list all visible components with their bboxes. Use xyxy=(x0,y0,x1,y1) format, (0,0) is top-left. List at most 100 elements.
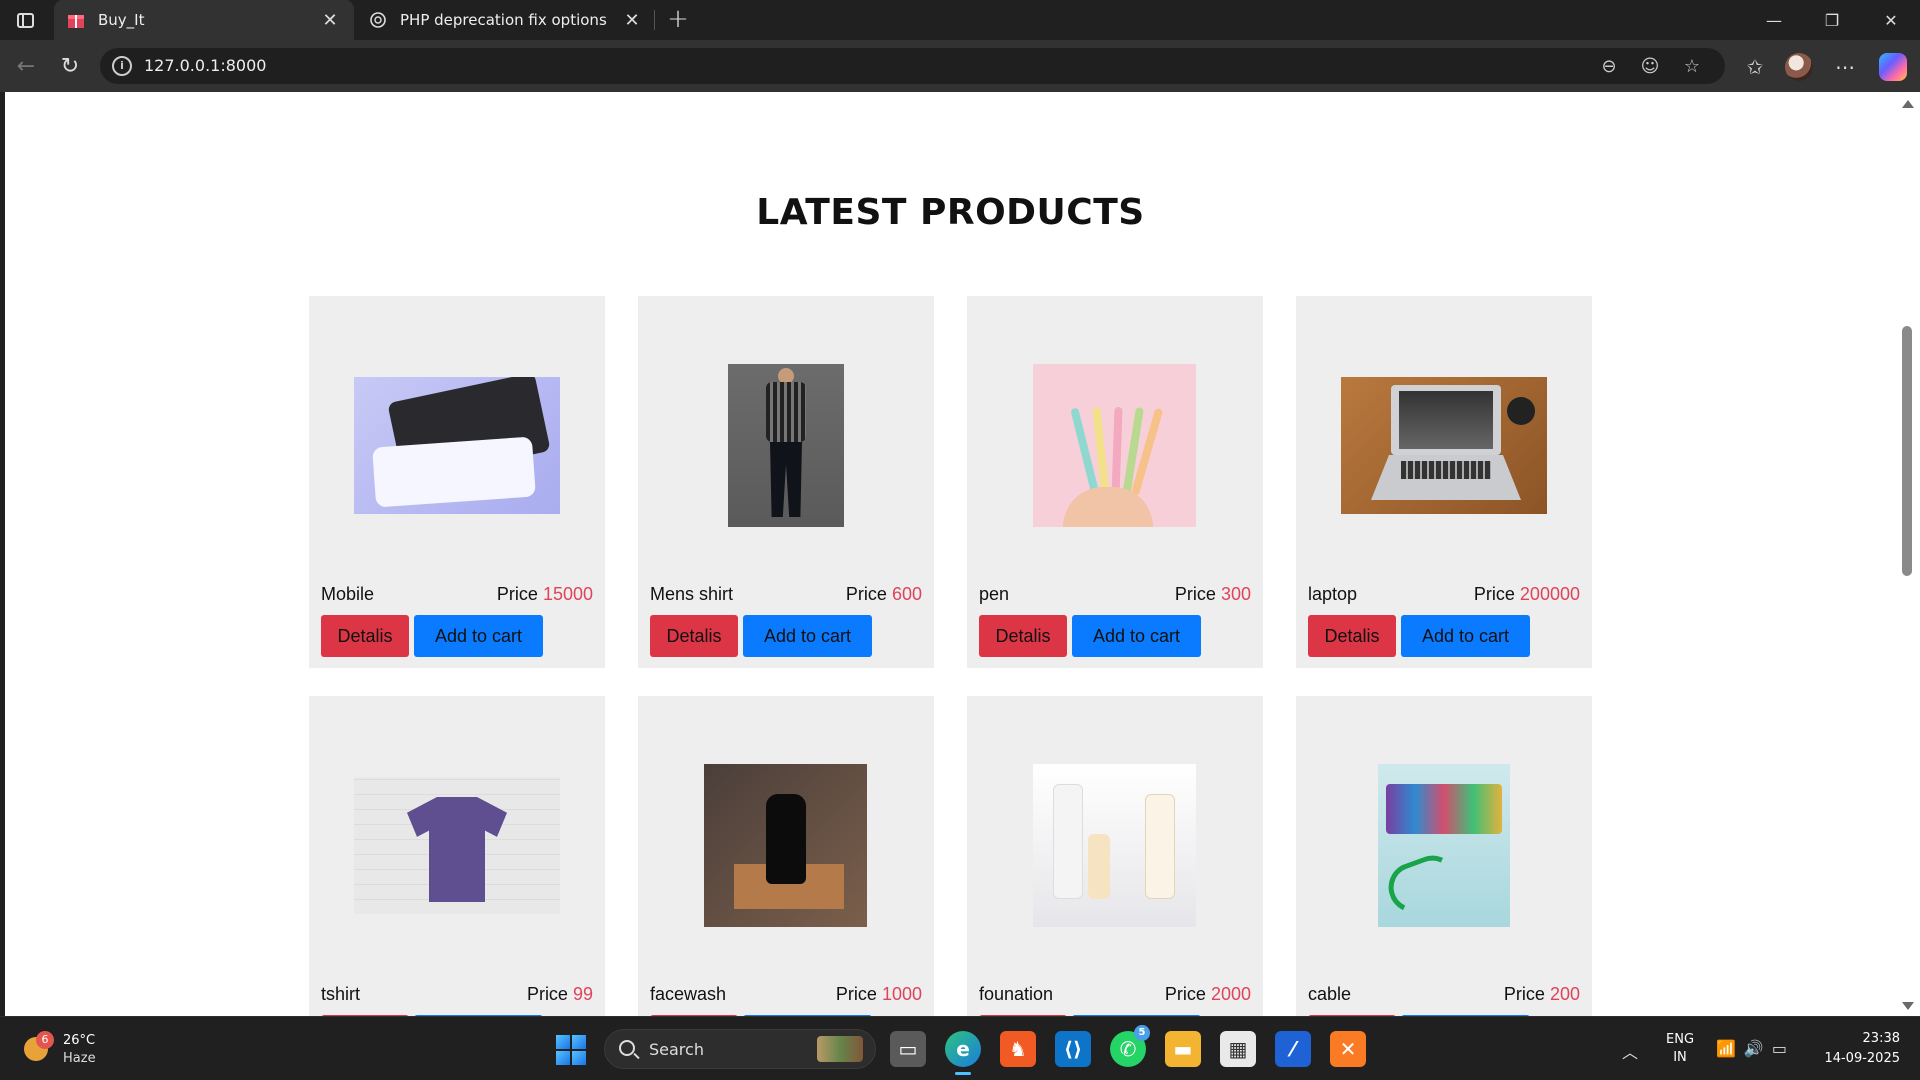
favorite-star-icon[interactable]: ☆ xyxy=(1680,54,1704,78)
section-title: LATEST PRODUCTS xyxy=(756,192,1145,233)
add-to-cart-button[interactable]: Add to cart xyxy=(414,615,543,657)
weather-temp: 26°C xyxy=(63,1033,96,1048)
product-card: pen Price 300 Detalis Add to cart xyxy=(967,296,1263,668)
weather-badge: 6 xyxy=(36,1031,54,1049)
scroll-down-arrow-icon[interactable] xyxy=(1902,1002,1914,1010)
details-button[interactable]: Detalis xyxy=(650,615,738,657)
vscode-icon[interactable]: ⟨⟩ xyxy=(1055,1031,1091,1067)
close-tab-icon[interactable]: ✕ xyxy=(318,8,342,32)
page-viewport: LATEST PRODUCTS Mobile Price 15000 Detal… xyxy=(5,92,1896,1016)
product-price: Price 600 xyxy=(845,584,922,604)
clock[interactable]: 23:38 14-09-2025 xyxy=(1800,1029,1900,1069)
tab-bar: Buy_It ✕ PHP deprecation fix options ✕ +… xyxy=(0,0,1920,40)
product-name: facewash xyxy=(650,984,727,1004)
refresh-icon[interactable]: ↻ xyxy=(56,52,84,80)
product-price: Price 1000 xyxy=(835,984,922,1004)
address-bar[interactable]: i 127.0.0.1:8000 ⊖ ☺ ☆ xyxy=(100,48,1725,84)
product-card: facewash Price 1000 Detalis Add to cart xyxy=(638,696,934,1016)
product-price: Price 300 xyxy=(1174,584,1251,604)
tab-buy-it[interactable]: Buy_It ✕ xyxy=(54,0,354,40)
new-tab-icon[interactable]: + xyxy=(664,6,692,34)
product-name: cable xyxy=(1308,984,1352,1004)
clock-date: 14-09-2025 xyxy=(1824,1051,1900,1066)
clock-time: 23:38 xyxy=(1862,1031,1900,1046)
sidebar-toggle-icon[interactable] xyxy=(12,8,38,32)
taskbar-search[interactable]: Search xyxy=(604,1029,876,1069)
gift-icon xyxy=(66,10,86,30)
profile-avatar[interactable] xyxy=(1785,53,1813,81)
favorites-icon[interactable]: ✩ xyxy=(1740,52,1770,82)
search-label: Search xyxy=(649,1040,704,1059)
tab-php-deprecation[interactable]: PHP deprecation fix options ✕ xyxy=(356,0,656,40)
page-scrollbar[interactable] xyxy=(1896,92,1920,1016)
battery-icon[interactable]: ▭ xyxy=(1772,1039,1795,1058)
whatsapp-icon[interactable]: ✆ 5 xyxy=(1110,1025,1150,1067)
navigation-bar: ← ↻ i 127.0.0.1:8000 ⊖ ☺ ☆ ✩ ⋯ xyxy=(0,40,1920,92)
tab-title: PHP deprecation fix options xyxy=(400,11,607,29)
show-hidden-icons-chevron-icon[interactable]: ︿ xyxy=(1622,1039,1638,1063)
wifi-icon[interactable]: 📶 xyxy=(1716,1039,1744,1058)
zoom-out-icon[interactable]: ⊖ xyxy=(1597,54,1621,78)
product-card: laptop Price 200000 Detalis Add to cart xyxy=(1296,296,1592,668)
add-to-cart-button[interactable]: Add to cart xyxy=(1072,615,1201,657)
product-price: Price 15000 xyxy=(496,584,593,604)
site-info-icon[interactable]: i xyxy=(112,56,132,76)
close-tab-icon[interactable]: ✕ xyxy=(620,8,644,32)
task-view-icon[interactable]: ▭ xyxy=(890,1031,926,1067)
product-price: Price 200 xyxy=(1503,984,1580,1004)
product-image xyxy=(354,777,560,914)
edge-browser-icon[interactable]: e xyxy=(945,1031,981,1075)
azure-data-studio-icon[interactable]: ⁄ xyxy=(1275,1031,1311,1067)
product-card: cable Price 200 Detalis Add to cart xyxy=(1296,696,1592,1016)
microsoft-store-icon[interactable]: ▦ xyxy=(1220,1031,1256,1067)
search-highlight-image xyxy=(817,1036,863,1062)
reading-mode-icon[interactable]: ☺ xyxy=(1638,54,1662,78)
weather-condition: Haze xyxy=(63,1051,96,1066)
product-price: Price 200000 xyxy=(1473,584,1580,604)
add-to-cart-button[interactable]: Add to cart xyxy=(1401,615,1530,657)
system-tray[interactable]: 📶🔊▭ xyxy=(1716,1039,1795,1058)
product-card: tshirt Price 99 Detalis Add to cart xyxy=(309,696,605,1016)
product-name: Mens shirt xyxy=(650,584,734,604)
taskbar: 6 26°C Haze Search ▭ e ♞ ⟨⟩ ✆ 5 ▬ ▦ ⁄ ✕ ︿… xyxy=(0,1016,1920,1080)
details-button[interactable]: Detalis xyxy=(1308,615,1396,657)
product-image xyxy=(728,364,844,527)
product-price: Price 99 xyxy=(526,984,593,1004)
tab-title: Buy_It xyxy=(98,11,145,29)
weather-widget[interactable]: 6 26°C Haze xyxy=(18,1031,158,1071)
add-to-cart-button[interactable]: Add to cart xyxy=(743,615,872,657)
scroll-up-arrow-icon[interactable] xyxy=(1902,100,1914,108)
close-window-icon[interactable]: ✕ xyxy=(1862,0,1920,40)
brave-browser-icon[interactable]: ♞ xyxy=(1000,1031,1036,1067)
details-button[interactable]: Detalis xyxy=(321,615,409,657)
product-card: founation Price 2000 Detalis Add to cart xyxy=(967,696,1263,1016)
scrollbar-thumb[interactable] xyxy=(1902,326,1912,576)
more-options-icon[interactable]: ⋯ xyxy=(1830,52,1860,82)
search-icon xyxy=(619,1040,635,1056)
language-indicator[interactable]: ENG IN xyxy=(1666,1031,1694,1067)
chatgpt-icon xyxy=(368,10,388,30)
product-card: Mens shirt Price 600 Detalis Add to cart xyxy=(638,296,934,668)
volume-icon[interactable]: 🔊 xyxy=(1744,1039,1772,1058)
product-image xyxy=(1378,764,1510,927)
restore-icon[interactable]: ❐ xyxy=(1803,0,1861,40)
back-arrow-icon[interactable]: ← xyxy=(12,52,40,80)
windows-start-icon[interactable] xyxy=(556,1035,586,1065)
tab-separator xyxy=(654,10,655,30)
product-image xyxy=(354,377,560,514)
product-image xyxy=(704,764,867,927)
product-name: founation xyxy=(979,984,1054,1004)
xampp-icon[interactable]: ✕ xyxy=(1330,1031,1366,1067)
copilot-icon[interactable] xyxy=(1879,53,1907,81)
product-image xyxy=(1033,364,1196,527)
product-card: Mobile Price 15000 Detalis Add to cart xyxy=(309,296,605,668)
file-explorer-icon[interactable]: ▬ xyxy=(1165,1031,1201,1067)
url-text[interactable]: 127.0.0.1:8000 xyxy=(144,56,266,75)
product-name: Mobile xyxy=(321,584,375,604)
product-name: tshirt xyxy=(321,984,361,1004)
product-price: Price 2000 xyxy=(1164,984,1251,1004)
minimize-icon[interactable]: — xyxy=(1745,0,1803,40)
whatsapp-badge: 5 xyxy=(1134,1025,1150,1041)
details-button[interactable]: Detalis xyxy=(979,615,1067,657)
product-image xyxy=(1033,764,1196,927)
